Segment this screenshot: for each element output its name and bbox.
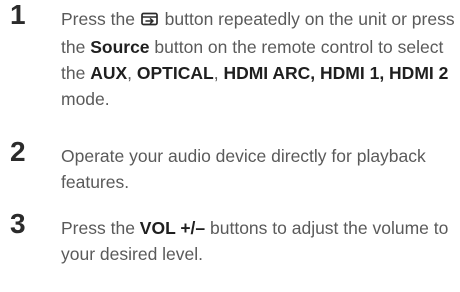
step-number: 1 xyxy=(10,0,26,30)
aux-mode-label: AUX xyxy=(90,63,128,83)
vol-buttons-label: VOL +/– xyxy=(139,218,206,238)
optical-mode-label: OPTICAL xyxy=(136,63,214,83)
step-1-sep-2: , xyxy=(213,63,224,83)
step-text: Press the VOL +/– buttons to adjust the … xyxy=(61,215,456,267)
step-3-text-a: Press the xyxy=(61,218,140,238)
step-number: 3 xyxy=(10,208,26,239)
source-button-label: Source xyxy=(90,37,150,57)
step-1-text-a: Press the xyxy=(61,9,140,29)
step-text: Operate your audio device directly for p… xyxy=(61,146,426,192)
step-1-text-d: mode. xyxy=(61,89,110,109)
hdmi-modes-label: HDMI ARC, HDMI 1, HDMI 2 xyxy=(223,63,449,83)
step-number: 2 xyxy=(10,136,26,167)
instruction-steps: 1 Press the button repeatedly on the uni… xyxy=(0,0,460,292)
step-1-sep-1: , xyxy=(127,63,137,83)
step-text: Press the button repeatedly on the unit … xyxy=(61,6,456,112)
source-icon xyxy=(140,8,159,34)
